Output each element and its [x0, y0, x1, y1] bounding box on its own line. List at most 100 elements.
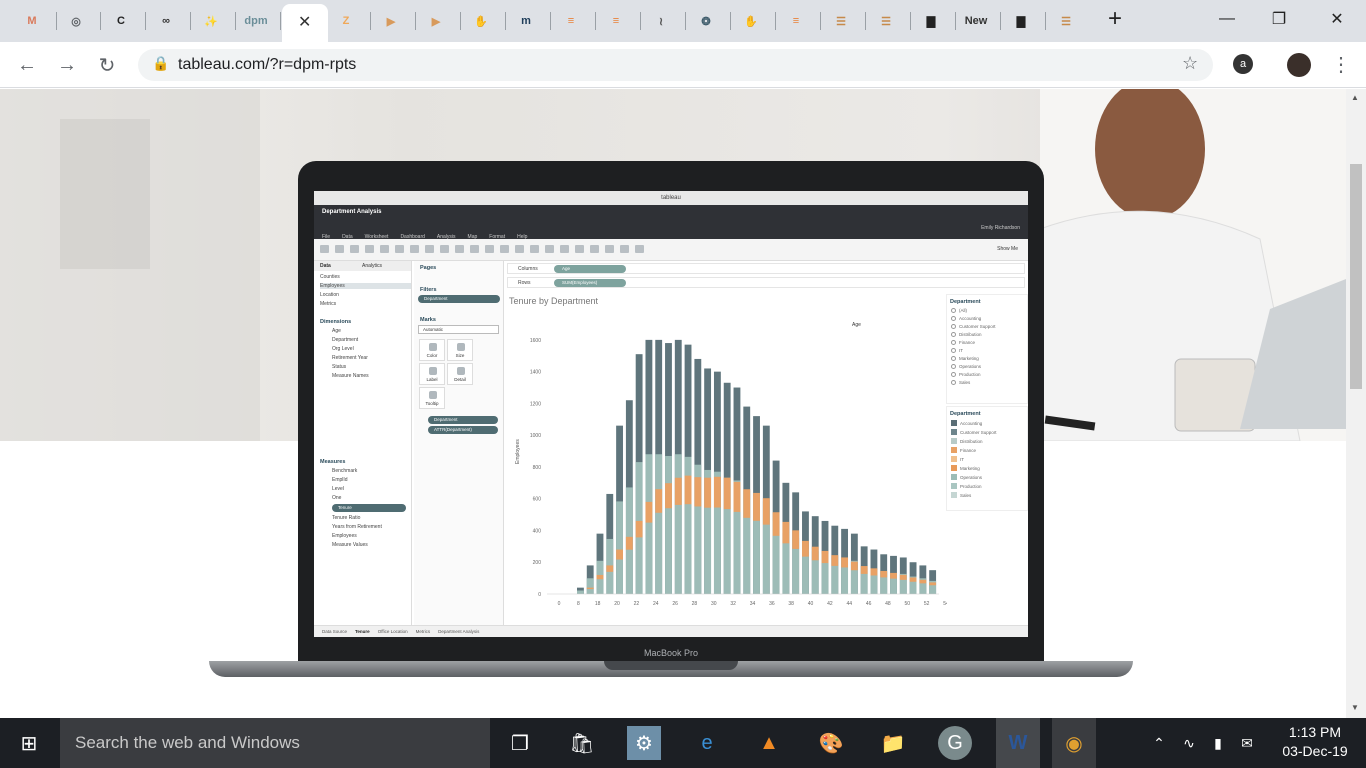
new-tab-button[interactable]: +	[1092, 0, 1138, 38]
bar-segment-finance[interactable]	[586, 587, 594, 590]
browser-tab[interactable]: M	[16, 6, 48, 36]
color-legend-item[interactable]: Distribution	[951, 438, 1027, 444]
browser-tab[interactable]: ▶	[420, 6, 452, 36]
browser-tab[interactable]: ✋	[735, 6, 767, 36]
file-explorer-icon[interactable]: 📁	[876, 726, 910, 760]
system-clock[interactable]: 1:13 PM 03-Dec-19	[1270, 723, 1360, 761]
bar-segment-finance[interactable]	[772, 512, 780, 536]
browser-tab[interactable]: ≀	[645, 6, 677, 36]
color-legend-item[interactable]: IT	[951, 456, 1027, 462]
bar-segment-lower[interactable]	[586, 578, 594, 594]
forward-button[interactable]: →	[52, 50, 82, 80]
profile-avatar[interactable]	[1287, 53, 1311, 77]
color-legend-item[interactable]: Sales	[951, 492, 1027, 498]
word-icon[interactable]: W	[996, 718, 1040, 768]
store-icon[interactable]: 🛍	[565, 726, 599, 760]
close-tab-icon[interactable]: ✕	[298, 12, 311, 32]
toolbar-icon[interactable]	[455, 245, 464, 253]
toolbar-icon[interactable]	[440, 245, 449, 253]
toolbar-icon[interactable]	[605, 245, 614, 253]
measure-field[interactable]: EmplId	[332, 477, 411, 483]
bar-segment-finance[interactable]	[684, 475, 692, 505]
browser-tab[interactable]: ≡	[780, 6, 812, 36]
bar-segment-finance[interactable]	[841, 557, 849, 568]
bar-segment-finance[interactable]	[762, 498, 770, 525]
filter-radio-option[interactable]: Production	[951, 372, 1027, 377]
bar-segment-finance[interactable]	[596, 574, 604, 580]
toolbar-icon[interactable]	[350, 245, 359, 253]
bar-segment-finance[interactable]	[635, 520, 643, 538]
bar-segment-finance[interactable]	[645, 501, 653, 523]
toolbar-icon[interactable]	[395, 245, 404, 253]
browser-tab[interactable]: Z	[330, 6, 362, 36]
toolbar-icon[interactable]	[515, 245, 524, 253]
sheet-tab[interactable]: Data Source	[322, 629, 347, 634]
mark-card[interactable]: Size	[447, 339, 473, 361]
bar-segment-finance[interactable]	[743, 489, 751, 518]
taskbar-search-box[interactable]: Search the web and Windows	[60, 718, 490, 768]
mark-card[interactable]: Detail	[447, 363, 473, 385]
measure-field[interactable]: Years from Retirement	[332, 524, 411, 530]
data-source-item[interactable]: Employees	[320, 283, 411, 289]
sheet-tab[interactable]: Department Analysis	[438, 629, 479, 634]
bar-segment-lower[interactable]	[655, 454, 663, 594]
filter-radio-option[interactable]: Accounting	[951, 316, 1027, 321]
dimension-field[interactable]: Status	[332, 364, 411, 370]
bar-segment-finance[interactable]	[665, 483, 672, 509]
bar-segment-finance[interactable]	[782, 521, 790, 544]
toolbar-icon[interactable]	[410, 245, 419, 253]
notification-icon[interactable]: ✉	[1230, 726, 1264, 760]
show-hidden-icons-chevron[interactable]: ⌃	[1142, 726, 1176, 760]
browser-tab[interactable]: ✋	[465, 6, 497, 36]
columns-pill-age[interactable]: Age	[554, 265, 626, 273]
browser-tab[interactable]: ☰	[825, 6, 857, 36]
bar-segment-finance[interactable]	[870, 568, 878, 576]
bar-segment-finance[interactable]	[606, 565, 614, 572]
color-legend-item[interactable]: Finance	[951, 447, 1027, 453]
task-view-icon[interactable]: ❐	[503, 726, 537, 760]
bar-segment-finance[interactable]	[802, 540, 809, 557]
mark-card[interactable]: Color	[419, 339, 445, 361]
mark-pill[interactable]: ATTR(Department)	[428, 426, 498, 434]
data-source-item[interactable]: Metrics	[320, 301, 411, 307]
bookmark-star-icon[interactable]: ☆	[1182, 53, 1198, 74]
windows-start-icon[interactable]: ⊞	[12, 726, 46, 760]
browser-tab[interactable]: ▇	[1005, 6, 1037, 36]
browser-tab[interactable]: ≡	[600, 6, 632, 36]
filter-radio-option[interactable]: Customer Support	[951, 324, 1027, 329]
bar-segment-finance[interactable]	[909, 577, 917, 582]
bar-segment-finance[interactable]	[616, 549, 623, 560]
browser-tab[interactable]: ◎	[60, 6, 92, 36]
measure-field[interactable]: Tenure	[332, 504, 406, 512]
bar-segment-finance[interactable]	[929, 582, 937, 586]
filter-radio-option[interactable]: Finance	[951, 340, 1027, 345]
filter-pill-department[interactable]: Department	[418, 295, 500, 303]
toolbar-icon[interactable]	[560, 245, 569, 253]
rows-pill-employees[interactable]: SUM(Employees)	[554, 279, 626, 287]
browser-tab[interactable]: C	[105, 6, 137, 36]
browser-tab[interactable]: m	[510, 6, 542, 36]
dimension-field[interactable]: Department	[332, 337, 411, 343]
color-legend-item[interactable]: Accounting	[951, 420, 1027, 426]
dimension-field[interactable]: Retirement Year	[332, 355, 411, 361]
browser-tab[interactable]: ❂	[690, 6, 722, 36]
browser-tab[interactable]: ☰	[870, 6, 902, 36]
sheet-tab[interactable]: Metrics	[416, 629, 431, 634]
browser-tab[interactable]: New	[960, 6, 992, 36]
measure-field[interactable]: Employees	[332, 533, 411, 539]
reload-button[interactable]: ↻	[92, 50, 122, 80]
data-source-item[interactable]: Counties	[320, 274, 411, 280]
filter-radio-option[interactable]: (All)	[951, 308, 1027, 313]
measure-field[interactable]: One	[332, 495, 411, 501]
chrome-icon[interactable]: ◉	[1052, 718, 1096, 768]
browser-tab[interactable]: ✨	[195, 6, 227, 36]
bar-segment-finance[interactable]	[674, 477, 682, 505]
bar-segment-finance[interactable]	[850, 561, 858, 571]
bar-segment-finance[interactable]	[831, 555, 839, 566]
toolbar-icon[interactable]	[320, 245, 329, 253]
scrollbar-thumb[interactable]	[1350, 164, 1362, 389]
filter-radio-option[interactable]: Marketing	[951, 356, 1027, 361]
settings-icon[interactable]: ⚙	[627, 726, 661, 760]
maximize-button[interactable]: ❐	[1256, 0, 1302, 38]
dimension-field[interactable]: Age	[332, 328, 411, 334]
